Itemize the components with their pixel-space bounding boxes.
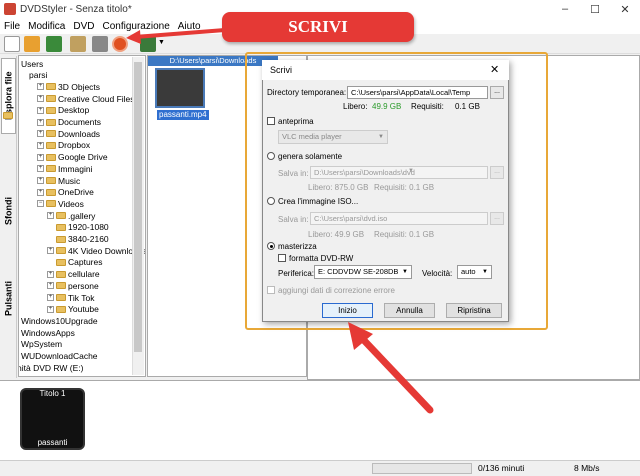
scrivi-callout: SCRIVI bbox=[222, 12, 414, 42]
arrow-to-start-button bbox=[348, 322, 434, 414]
arrow-to-toolbar bbox=[126, 28, 226, 44]
annotation-arrows bbox=[126, 28, 434, 414]
